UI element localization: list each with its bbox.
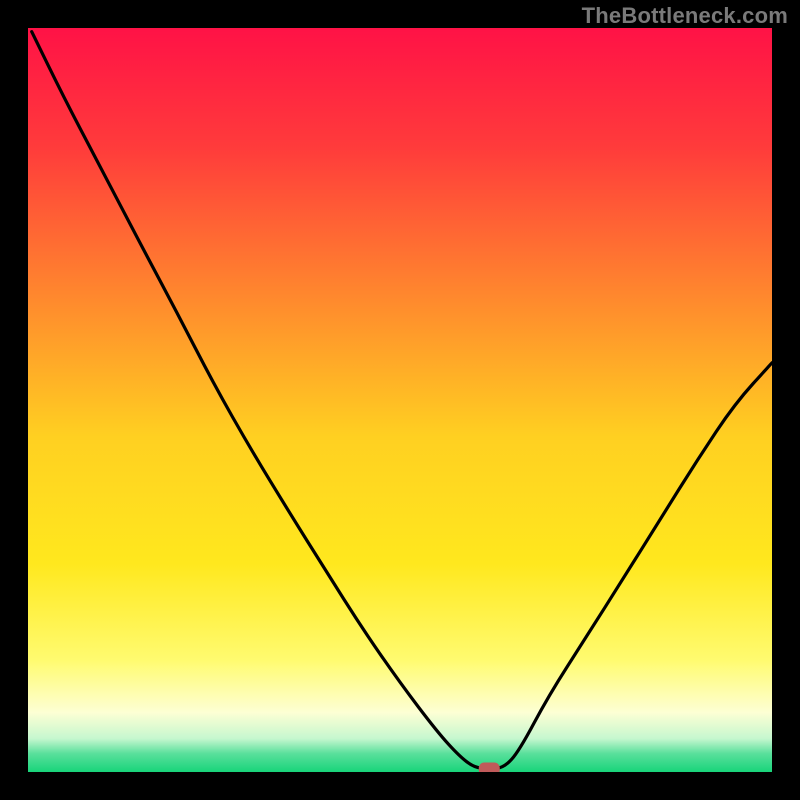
chart-stage: TheBottleneck.com bbox=[0, 0, 800, 800]
plot-wrap bbox=[28, 28, 772, 772]
optimal-marker bbox=[479, 763, 499, 772]
gradient-background bbox=[28, 28, 772, 772]
watermark-label: TheBottleneck.com bbox=[582, 3, 788, 29]
bottleneck-plot bbox=[28, 28, 772, 772]
